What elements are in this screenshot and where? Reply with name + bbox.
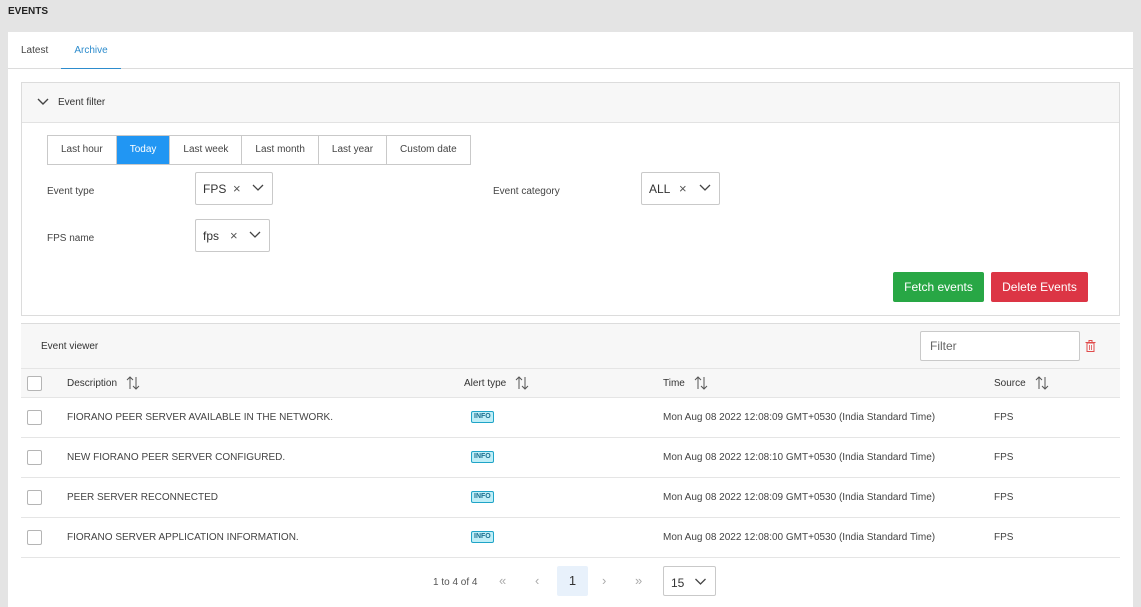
column-time[interactable]: Time	[663, 376, 709, 390]
sort-icon[interactable]	[125, 376, 141, 390]
chevron-down-icon[interactable]	[36, 95, 50, 109]
pagination-info: 1 to 4 of 4	[433, 577, 478, 588]
row-description: FIORANO SERVER APPLICATION INFORMATION.	[67, 532, 299, 543]
event-category-value: ALL	[649, 182, 671, 196]
event-viewer: Event viewer Description Alert type Tim	[21, 323, 1120, 563]
tab-bar: Latest Archive	[8, 32, 1133, 69]
clear-icon[interactable]: ×	[230, 229, 238, 242]
row-checkbox[interactable]	[27, 530, 42, 545]
row-description: FIORANO PEER SERVER AVAILABLE IN THE NET…	[67, 412, 333, 423]
clear-icon[interactable]: ×	[233, 182, 241, 195]
event-filter-header[interactable]: Event filter	[22, 83, 1119, 123]
table-row[interactable]: FIORANO SERVER APPLICATION INFORMATION. …	[21, 518, 1120, 558]
sort-icon[interactable]	[514, 376, 530, 390]
row-time: Mon Aug 08 2022 12:08:10 GMT+0530 (India…	[663, 452, 936, 463]
delete-events-button[interactable]: Delete Events	[991, 272, 1088, 302]
row-description: NEW FIORANO PEER SERVER CONFIGURED.	[67, 452, 286, 463]
fps-name-select[interactable]: fps ×	[195, 219, 270, 252]
time-range-selector: Last hour Today Last week Last month Las…	[47, 135, 471, 165]
row-description: PEER SERVER RECONNECTED	[67, 492, 218, 503]
event-type-select[interactable]: FPS ×	[195, 172, 273, 205]
event-category-select[interactable]: ALL ×	[641, 172, 720, 205]
row-time: Mon Aug 08 2022 12:08:09 GMT+0530 (India…	[663, 492, 936, 503]
range-today-button[interactable]: Today	[116, 136, 171, 164]
row-checkbox[interactable]	[27, 450, 42, 465]
trash-icon[interactable]	[1085, 340, 1096, 352]
clear-icon[interactable]: ×	[679, 182, 687, 195]
alert-badge: INFO	[471, 491, 494, 503]
chevron-down-icon	[695, 578, 706, 585]
first-page-icon[interactable]: «	[499, 573, 506, 588]
alert-badge: INFO	[471, 411, 494, 423]
column-source-label: Source	[994, 377, 1026, 389]
select-all-checkbox[interactable]	[27, 376, 42, 391]
table-row[interactable]: PEER SERVER RECONNECTED INFO Mon Aug 08 …	[21, 478, 1120, 518]
row-source: FPS	[994, 412, 1014, 423]
range-last-week-button[interactable]: Last week	[170, 136, 243, 164]
fps-name-value: fps	[203, 229, 220, 243]
chevron-down-icon[interactable]	[699, 183, 711, 193]
page-size-value: 15	[671, 576, 685, 590]
range-last-hour-button[interactable]: Last hour	[48, 136, 117, 164]
column-alert-type[interactable]: Alert type	[464, 376, 530, 390]
column-source[interactable]: Source	[994, 376, 1050, 390]
events-panel: Latest Archive Event filter Last hour To…	[8, 32, 1133, 607]
table-row[interactable]: NEW FIORANO PEER SERVER CONFIGURED. INFO…	[21, 438, 1120, 478]
event-filter-title: Event filter	[58, 97, 106, 108]
range-last-month-button[interactable]: Last month	[242, 136, 319, 164]
event-category-label: Event category	[493, 186, 560, 197]
alert-badge: INFO	[471, 451, 494, 463]
pagination: 1 to 4 of 4 « ‹ 1 › » 15	[8, 566, 1133, 607]
column-alert-type-label: Alert type	[464, 377, 507, 389]
range-custom-date-button[interactable]: Custom date	[387, 136, 470, 164]
page-title: EVENTS	[8, 6, 49, 17]
event-type-value: FPS	[203, 182, 227, 196]
row-checkbox[interactable]	[27, 410, 42, 425]
last-page-icon[interactable]: »	[635, 573, 642, 588]
column-time-label: Time	[663, 377, 685, 389]
fps-name-label: FPS name	[47, 233, 95, 244]
next-page-icon[interactable]: ›	[602, 573, 606, 588]
event-filter-panel: Event filter Last hour Today Last week L…	[21, 82, 1120, 316]
fetch-events-button[interactable]: Fetch events	[893, 272, 984, 302]
row-checkbox[interactable]	[27, 490, 42, 505]
event-viewer-header: Event viewer	[21, 324, 1120, 368]
chevron-down-icon[interactable]	[252, 183, 264, 193]
event-type-label: Event type	[47, 186, 95, 197]
sort-icon[interactable]	[693, 376, 709, 390]
column-description-label: Description	[67, 377, 118, 389]
range-last-year-button[interactable]: Last year	[318, 136, 388, 164]
row-time: Mon Aug 08 2022 12:08:00 GMT+0530 (India…	[663, 532, 936, 543]
page-size-select[interactable]: 15	[663, 566, 716, 596]
event-viewer-title: Event viewer	[41, 341, 99, 352]
filter-input[interactable]	[920, 331, 1080, 361]
chevron-down-icon[interactable]	[249, 230, 261, 240]
prev-page-icon[interactable]: ‹	[535, 573, 539, 588]
column-description[interactable]: Description	[67, 376, 141, 390]
row-source: FPS	[994, 452, 1014, 463]
row-source: FPS	[994, 532, 1014, 543]
page-number-button[interactable]: 1	[557, 566, 588, 596]
table-row[interactable]: FIORANO PEER SERVER AVAILABLE IN THE NET…	[21, 398, 1120, 438]
tab-archive[interactable]: Archive	[61, 32, 121, 69]
row-source: FPS	[994, 492, 1014, 503]
table-header: Description Alert type Time Source	[21, 368, 1120, 398]
alert-badge: INFO	[471, 531, 494, 543]
row-time: Mon Aug 08 2022 12:08:09 GMT+0530 (India…	[663, 412, 936, 423]
tab-latest[interactable]: Latest	[21, 32, 48, 69]
sort-icon[interactable]	[1034, 376, 1050, 390]
